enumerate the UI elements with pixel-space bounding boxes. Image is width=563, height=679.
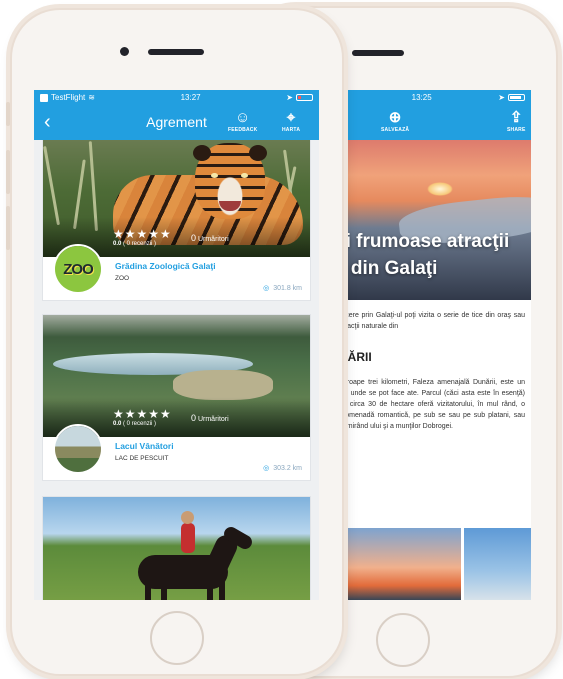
feedback-chat-icon: ☺ [234, 109, 251, 126]
reviews-count: ( 0 recenzii ) [123, 241, 157, 247]
place-card[interactable] [42, 496, 311, 600]
home-button[interactable] [150, 611, 204, 665]
distance-value: 303.2 km [273, 465, 302, 472]
followers-count: 0 Urmăritori [191, 413, 229, 423]
reviews-count: ( 0 recenzii ) [123, 421, 157, 427]
feedback-label: FEEDBACK [228, 127, 258, 133]
home-button[interactable] [376, 613, 430, 667]
place-card-footer: Lacul Vânători LAC DE PESCUIT ◎ 303.2 km [43, 437, 310, 480]
status-carrier[interactable]: TestFlight [51, 93, 85, 102]
share-label: SHARE [507, 127, 526, 133]
distance-value: 301.8 km [273, 285, 302, 292]
share-icon: ⇪ [509, 109, 523, 126]
place-card-image[interactable]: ★★★★★ 0.0 ( 0 recenzii ) 0 Urmăritori [43, 315, 310, 437]
plus-circle-icon: ⊕ [388, 109, 402, 126]
place-title[interactable]: Lacul Vânători [115, 441, 310, 451]
place-distance: ◎ 301.8 km [263, 284, 302, 292]
article-hero-image: ai frumoase atracţii e din Galaţi [339, 140, 531, 300]
hero-sun [427, 182, 453, 196]
testflight-back-icon[interactable] [40, 93, 48, 102]
article-photo-sky[interactable] [464, 528, 531, 600]
earpiece-speaker [352, 50, 404, 56]
followers-number: 0 [191, 233, 197, 243]
earpiece-speaker [148, 49, 204, 55]
place-title[interactable]: Grădina Zoologică Galaţi [115, 261, 310, 271]
article-paragraph: aproape trei kilometri, Faleza amenajală… [339, 379, 525, 430]
volume-down-button [6, 206, 10, 250]
status-bar: 13:25 ➤ [339, 90, 531, 105]
rating-stars: ★★★★★ [113, 227, 172, 241]
location-arrow-icon: ➤ [498, 93, 505, 102]
status-bar: TestFlight ≋ 13:27 ➤ [34, 90, 319, 105]
rating-block: ★★★★★ 0.0 ( 0 recenzii ) [113, 227, 172, 247]
rating-stars: ★★★★★ [113, 407, 172, 421]
page-title: Agrement [146, 114, 207, 130]
article-photo-strip[interactable] [339, 528, 531, 600]
followers-label: Urmăritori [197, 236, 229, 243]
rating-reviews: 0.0 ( 0 recenzii ) [113, 421, 172, 427]
place-card-image[interactable]: ★★★★★ 0.0 ( 0 recenzii ) 0 Urmăritori [43, 140, 310, 257]
place-card[interactable]: ★★★★★ 0.0 ( 0 recenzii ) 0 Urmăritori ZO… [42, 140, 311, 301]
location-target-icon: ◎ [263, 285, 270, 292]
rating-reviews: 0.0 ( 0 recenzii ) [113, 241, 172, 247]
followers-count: 0 Urmăritori [191, 233, 229, 243]
volume-up-button [6, 150, 10, 194]
place-card-image[interactable] [43, 497, 310, 600]
followers-label: Urmăritori [197, 416, 229, 423]
save-button[interactable]: ⊕ SALVEAZĂ [381, 108, 409, 133]
article-body: recere prin Galaţi-ul poţi vizita o seri… [339, 310, 531, 530]
wifi-icon: ≋ [88, 93, 95, 102]
mute-switch [6, 102, 10, 126]
location-arrow-icon: ➤ [286, 93, 293, 102]
place-category: LAC DE PESCUIT [115, 455, 169, 462]
feedback-button[interactable]: ☺ FEEDBACK [228, 108, 257, 133]
front-phone-frame: TestFlight ≋ 13:27 ➤ ‹ Agrement ☺ FEEDBA… [6, 10, 342, 674]
article-nav-bar: ⊕ SALVEAZĂ ⇪ SHARE [339, 105, 531, 140]
save-label: SALVEAZĂ [381, 127, 410, 133]
location-target-icon: ◎ [263, 465, 270, 472]
place-card[interactable]: ★★★★★ 0.0 ( 0 recenzii ) 0 Urmăritori La… [42, 314, 311, 481]
rating-value: 0.0 [113, 241, 122, 247]
map-button[interactable]: ⌖ HARTA [282, 108, 300, 133]
article-title-line2: e din Galaţi [339, 258, 438, 279]
article-intro: recere prin Galaţi-ul poţi vizita o seri… [339, 312, 525, 330]
place-category: ZOO [115, 275, 130, 282]
battery-icon [507, 94, 525, 101]
article-photo-sunset[interactable] [339, 528, 461, 600]
agrement-screen: TestFlight ≋ 13:27 ➤ ‹ Agrement ☺ FEEDBA… [34, 90, 319, 600]
places-feed[interactable]: ★★★★★ 0.0 ( 0 recenzii ) 0 Urmăritori ZO… [34, 140, 319, 600]
nav-bar: ‹ Agrement ☺ FEEDBACK ⌖ HARTA [34, 105, 319, 140]
article-title: ai frumoase atracţii e din Galaţi [339, 228, 531, 282]
place-distance: ◎ 303.2 km [263, 464, 302, 472]
article-screen: 13:25 ➤ ⊕ SALVEAZĂ ⇪ SHARE ai frumoase a… [339, 90, 531, 600]
followers-number: 0 [191, 413, 197, 423]
status-time: 13:25 [411, 93, 432, 102]
article-section-heading: NĂRII [339, 350, 372, 364]
place-card-footer: Grădina Zoologică Galaţi ZOO ◎ 301.8 km [43, 257, 310, 300]
rating-value: 0.0 [113, 421, 122, 427]
battery-icon [295, 94, 313, 101]
map-label: HARTA [282, 127, 301, 133]
horse-rider-photo [43, 497, 310, 600]
map-pin-icon: ⌖ [286, 109, 296, 126]
front-camera [120, 47, 129, 56]
article-title-line1: ai frumoase atracţii [339, 231, 510, 252]
status-time: 13:27 [180, 93, 201, 102]
rating-block: ★★★★★ 0.0 ( 0 recenzii ) [113, 407, 172, 427]
share-button[interactable]: ⇪ SHARE [507, 108, 526, 133]
